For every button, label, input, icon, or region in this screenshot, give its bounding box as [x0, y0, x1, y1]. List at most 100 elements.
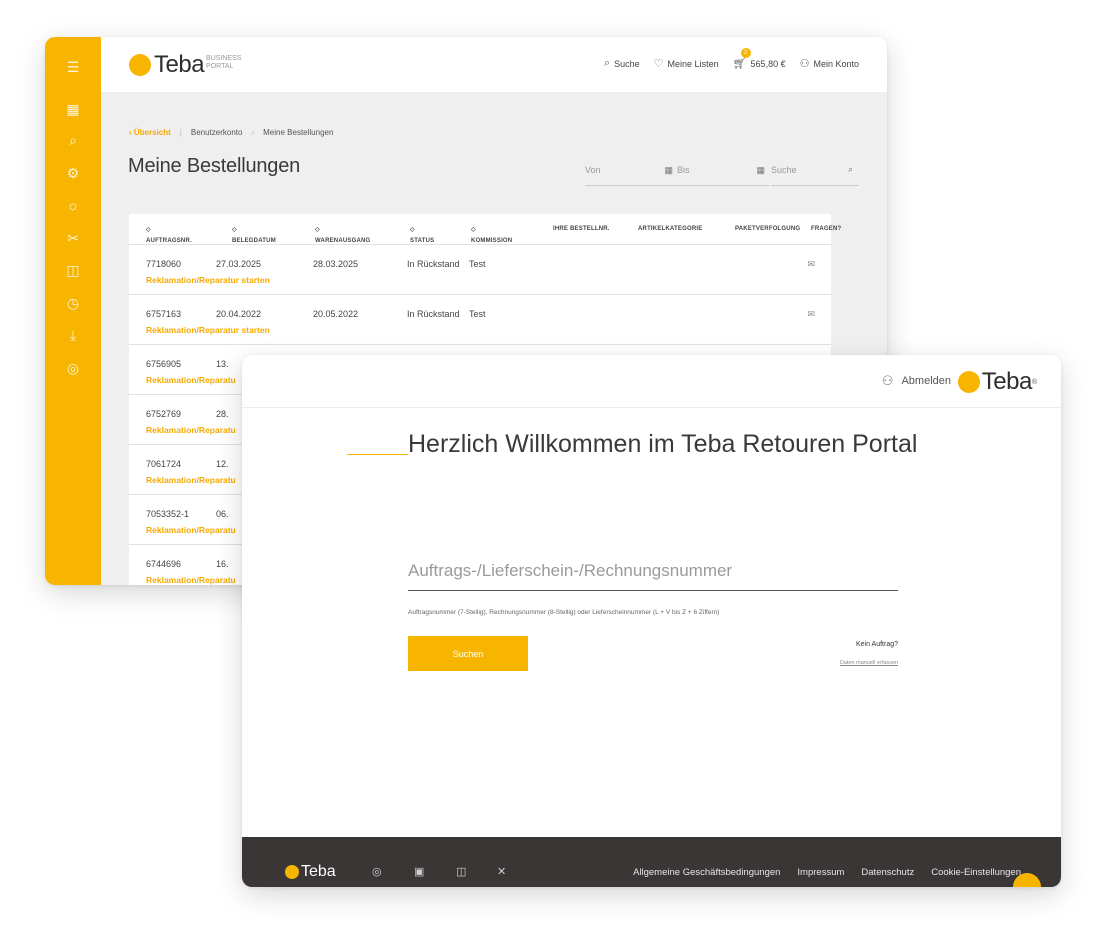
complaint-link[interactable]: Reklamation/Reparatu [146, 375, 236, 385]
mail-icon[interactable]: ✉ [807, 259, 815, 270]
complaint-link[interactable]: Reklamation/Reparatu [146, 525, 236, 535]
clock-icon[interactable]: ◷ [63, 293, 83, 313]
footer: Teba ◎ ▣ ◫ ✕ Allgemeine Geschäftsbedingu… [242, 837, 1061, 887]
order-date: 20.04.2022 [216, 309, 262, 319]
top-bar: Teba BUSINESS PORTAL ⌕ Suche ♡ Meine Listen… [101, 37, 887, 92]
order-number: 6744696 [146, 559, 182, 569]
col-kommission[interactable]: KOMMISSION ◇ [471, 226, 512, 244]
complaint-link[interactable]: Reklamation/Reparatur starten [146, 325, 270, 335]
breadcrumb-back-label: Übersicht [133, 128, 171, 137]
order-number-input[interactable] [408, 552, 898, 591]
logout-button[interactable]: ⚇ Abmelden [882, 373, 951, 389]
breadcrumb-back[interactable]: ‹ Übersicht [129, 128, 171, 137]
logo-wordmark: Teba [981, 368, 1033, 395]
instagram-icon[interactable]: ◎ [372, 865, 382, 878]
download-icon[interactable]: ⤓ [63, 325, 83, 345]
no-order-label: Kein Auftrag? [855, 641, 898, 648]
order-number: 6752769 [146, 409, 182, 419]
breadcrumb-item[interactable]: Benutzerkonto [191, 128, 243, 137]
nav-search[interactable]: ⌕ Suche [604, 57, 640, 70]
date-to-field[interactable]: Bis ▦ [677, 165, 769, 186]
col-artikelkategorie: ARTIKELKATEGORIE [638, 226, 703, 232]
teba-logo[interactable]: Teba BUSINESS PORTAL [129, 51, 241, 79]
table-row: 7718060 27.03.2025 28.03.2025 In Rücksta… [129, 244, 831, 295]
bag-icon[interactable]: ◫ [63, 260, 83, 280]
returns-header: ⚇ Abmelden Teba ® [242, 355, 1061, 408]
nav-account[interactable]: ⚇ Mein Konto [800, 57, 859, 70]
youtube-icon[interactable]: ▣ [414, 865, 424, 878]
footer-link-datenschutz[interactable]: Datenschutz [861, 867, 914, 878]
filter-search-field[interactable]: Suche ⌕ [771, 164, 859, 186]
header-nav: ⌕ Suche ♡ Meine Listen 🛒︎ 2 565,80 € ⚇ Mein K… [590, 48, 859, 70]
menu-icon[interactable]: ☰ [63, 57, 83, 77]
returns-portal-window: ⚇ Abmelden Teba ® Herzlich Willkommen im … [242, 355, 1061, 887]
complaint-link[interactable]: Reklamation/Reparatu [146, 425, 236, 435]
xing-icon[interactable]: ✕ [497, 865, 506, 878]
search-icon[interactable]: ⌕ [63, 130, 83, 150]
input-hint: Auftragsnummer (7-Stellig), Rechnungsnum… [408, 609, 720, 616]
breadcrumb-divider: | [179, 128, 182, 137]
dashboard-icon[interactable]: ▦ [63, 99, 83, 119]
date-from-field[interactable]: Von ▦ [585, 165, 677, 186]
cart-badge: 2 [740, 48, 751, 58]
col-warenausgang[interactable]: WARENAUSGANG ◇ [315, 226, 370, 244]
heart-icon: ♡ [653, 58, 664, 70]
footer-logo[interactable]: Teba [285, 863, 336, 881]
complaint-link[interactable]: Reklamation/Reparatu [146, 575, 236, 585]
footer-link-agb[interactable]: Allgemeine Geschäftsbedingungen [633, 867, 780, 878]
heading-accent-line [347, 454, 408, 455]
complaint-link[interactable]: Reklamation/Reparatur starten [146, 275, 270, 285]
footer-link-cookies[interactable]: Cookie-Einstellungen [931, 867, 1021, 878]
order-status: In Rückstand [407, 259, 460, 269]
order-date: 28. [216, 409, 229, 419]
nav-lists-label: Meine Listen [667, 58, 719, 69]
col-auftragsnr[interactable]: AUFTRAGSNR. ◇ [146, 226, 192, 244]
cart-icon: 🛒︎ [732, 58, 747, 70]
date-to-label: Bis [677, 165, 690, 175]
logo-wordmark: Teba [154, 51, 205, 78]
breadcrumb: ‹ Übersicht | Benutzerkonto › Meine Best… [129, 128, 333, 137]
user-icon: ⚇ [881, 373, 894, 388]
logo-subtitle: BUSINESS PORTAL [206, 55, 242, 70]
sun-icon[interactable]: ☼ [63, 195, 83, 215]
order-date: 16. [216, 559, 229, 569]
table-header: AUFTRAGSNR. ◇ BELEGDATUM ◇ WARENAUSGANG … [129, 214, 841, 244]
col-belegdatum[interactable]: BELEGDATUM ◇ [232, 226, 276, 244]
nav-cart[interactable]: 🛒︎ 2 565,80 € [732, 48, 786, 70]
tools-icon[interactable]: ✂ [63, 228, 83, 248]
mail-icon[interactable]: ✉ [807, 309, 815, 320]
order-shipped: 28.03.2025 [313, 259, 359, 269]
col-status[interactable]: STATUS ◇ [410, 226, 434, 244]
nav-account-label: Mein Konto [813, 58, 859, 69]
nav-search-label: Suche [614, 58, 640, 69]
search-icon: ⌕ [603, 57, 611, 69]
page-title: Meine Bestellungen [128, 155, 301, 177]
manual-entry-link[interactable]: Daten manuell erfassen [840, 660, 898, 666]
order-status: In Rückstand [407, 309, 460, 319]
search-button[interactable]: Suchen [408, 636, 528, 671]
footer-links: Allgemeine Geschäftsbedingungen Impressu… [616, 867, 1021, 878]
user-icon: ⚇ [799, 58, 810, 70]
complaint-link[interactable]: Reklamation/Reparatu [146, 475, 236, 485]
sidebar: ☰ ▦ ⌕ ⚙ ☼ ✂ ◫ ◷ ⤓ ◎ [45, 37, 101, 585]
teba-logo[interactable]: Teba ® [957, 368, 1037, 396]
order-number: 7718060 [146, 259, 182, 269]
logout-label: Abmelden [901, 375, 951, 387]
facebook-icon[interactable]: ◫ [456, 865, 466, 878]
order-date: 12. [216, 459, 229, 469]
logo-dot-icon [129, 54, 151, 76]
order-date: 13. [216, 359, 229, 369]
order-number: 6757163 [146, 309, 182, 319]
order-number: 6756905 [146, 359, 182, 369]
col-paketverfolgung: PAKETVERFOLGUNG [735, 226, 801, 232]
globe-icon[interactable]: ◎ [63, 358, 83, 378]
order-number: 7053352-1 [146, 509, 190, 519]
calendar-icon: ▦ [756, 165, 765, 175]
nav-lists[interactable]: ♡ Meine Listen [654, 57, 719, 70]
logo-dot-icon [285, 865, 299, 879]
gear-icon[interactable]: ⚙ [63, 163, 83, 183]
footer-link-impressum[interactable]: Impressum [797, 867, 844, 878]
table-row: 6757163 20.04.2022 20.05.2022 In Rücksta… [129, 294, 831, 345]
order-commission: Test [469, 309, 486, 319]
date-from-label: Von [585, 165, 601, 175]
